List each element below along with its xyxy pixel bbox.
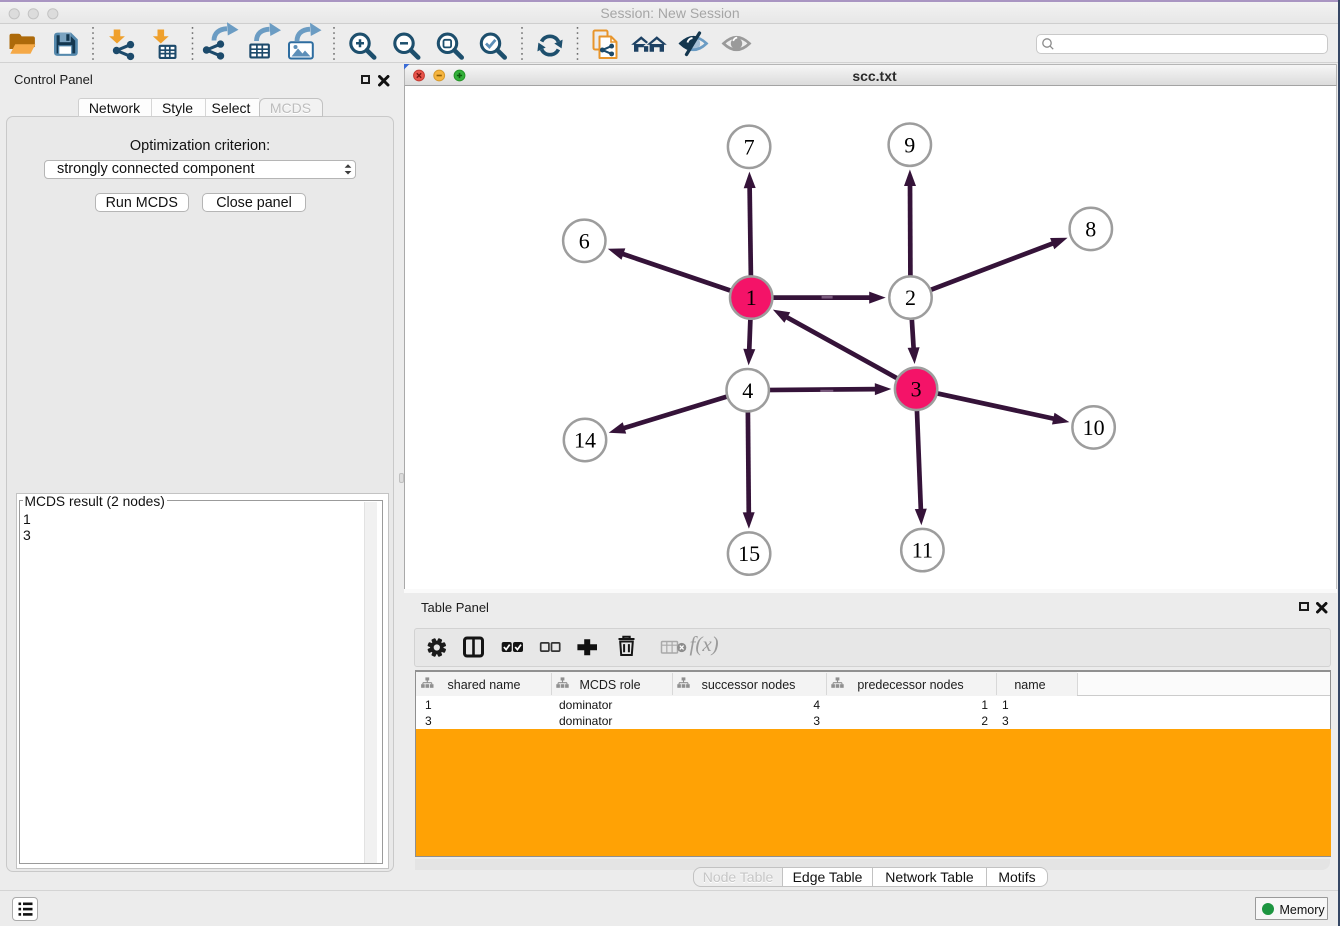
- svg-text:2: 2: [905, 285, 916, 310]
- svg-text:7: 7: [743, 134, 754, 159]
- svg-text:10: 10: [1082, 415, 1104, 440]
- svg-text:4: 4: [742, 377, 753, 402]
- svg-text:8: 8: [1085, 216, 1096, 241]
- svg-text:14: 14: [574, 427, 596, 452]
- svg-text:6: 6: [578, 228, 589, 253]
- svg-text:9: 9: [904, 132, 915, 157]
- svg-text:15: 15: [738, 541, 760, 566]
- svg-text:11: 11: [911, 537, 932, 562]
- svg-text:1: 1: [745, 285, 756, 310]
- svg-text:3: 3: [910, 376, 921, 401]
